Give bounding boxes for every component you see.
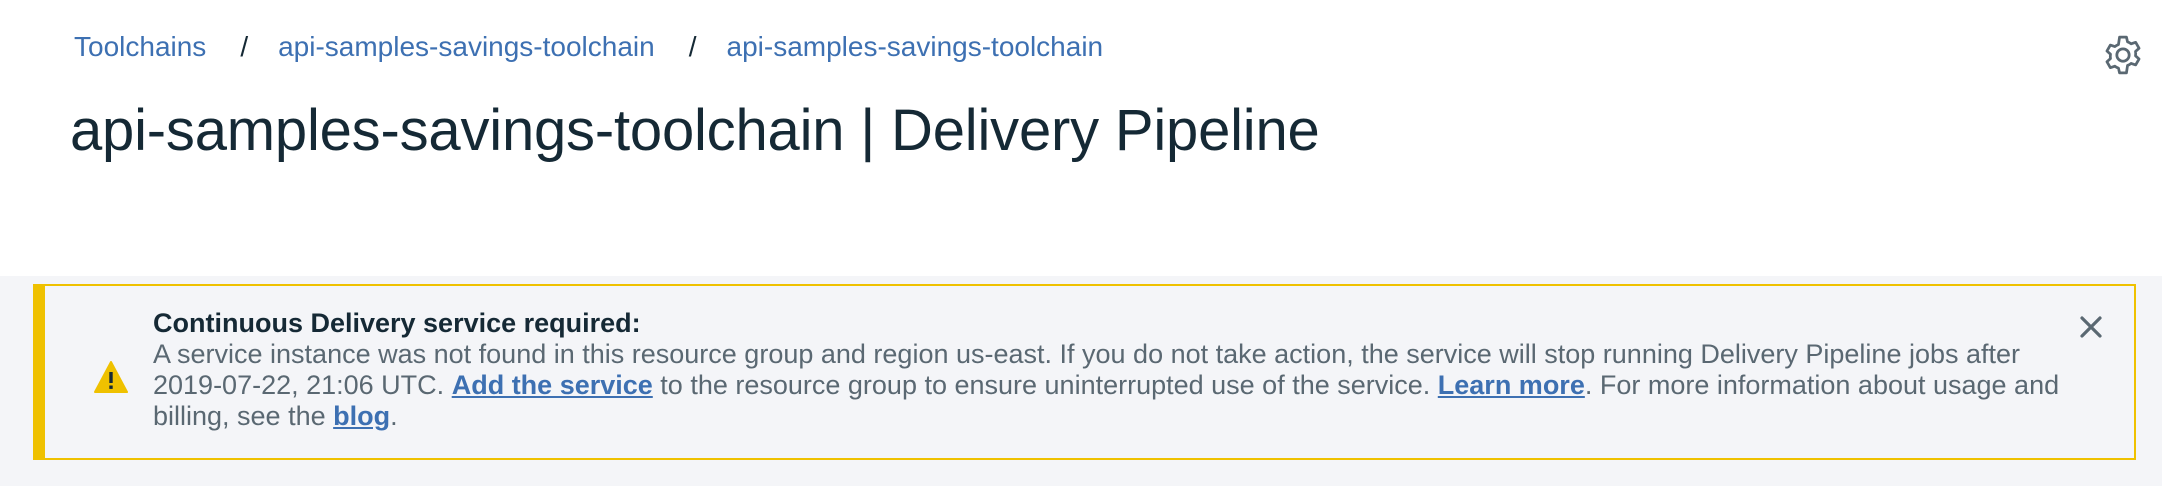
breadcrumb-separator: / <box>240 31 249 62</box>
notification-title: Continuous Delivery service required: <box>153 308 641 338</box>
page-header: Toolchains / api-samples-savings-toolcha… <box>0 0 2162 276</box>
notification-text: to the resource group to ensure uninterr… <box>660 370 1431 400</box>
breadcrumb-item-toolchains[interactable]: Toolchains <box>74 28 206 66</box>
blog-link[interactable]: blog <box>333 401 390 431</box>
breadcrumb-separator: / <box>688 31 697 62</box>
notification-text: . <box>390 401 398 431</box>
close-notification-button[interactable] <box>2076 312 2106 342</box>
breadcrumb: Toolchains / api-samples-savings-toolcha… <box>74 28 1103 66</box>
warning-icon <box>94 361 128 393</box>
learn-more-link[interactable]: Learn more <box>1438 370 1585 400</box>
warning-notification: Continuous Delivery service required: A … <box>33 284 2136 460</box>
notification-area: Continuous Delivery service required: A … <box>0 276 2162 486</box>
notification-content: Continuous Delivery service required: A … <box>153 308 2093 432</box>
close-icon <box>2080 316 2102 338</box>
gear-icon <box>2105 35 2141 75</box>
settings-button[interactable] <box>2098 30 2148 80</box>
breadcrumb-item-toolchain[interactable]: api-samples-savings-toolchain <box>278 28 655 66</box>
add-service-link[interactable]: Add the service <box>452 370 653 400</box>
breadcrumb-item-current[interactable]: api-samples-savings-toolchain <box>727 28 1104 66</box>
page-title: api-samples-savings-toolchain | Delivery… <box>70 98 1320 163</box>
